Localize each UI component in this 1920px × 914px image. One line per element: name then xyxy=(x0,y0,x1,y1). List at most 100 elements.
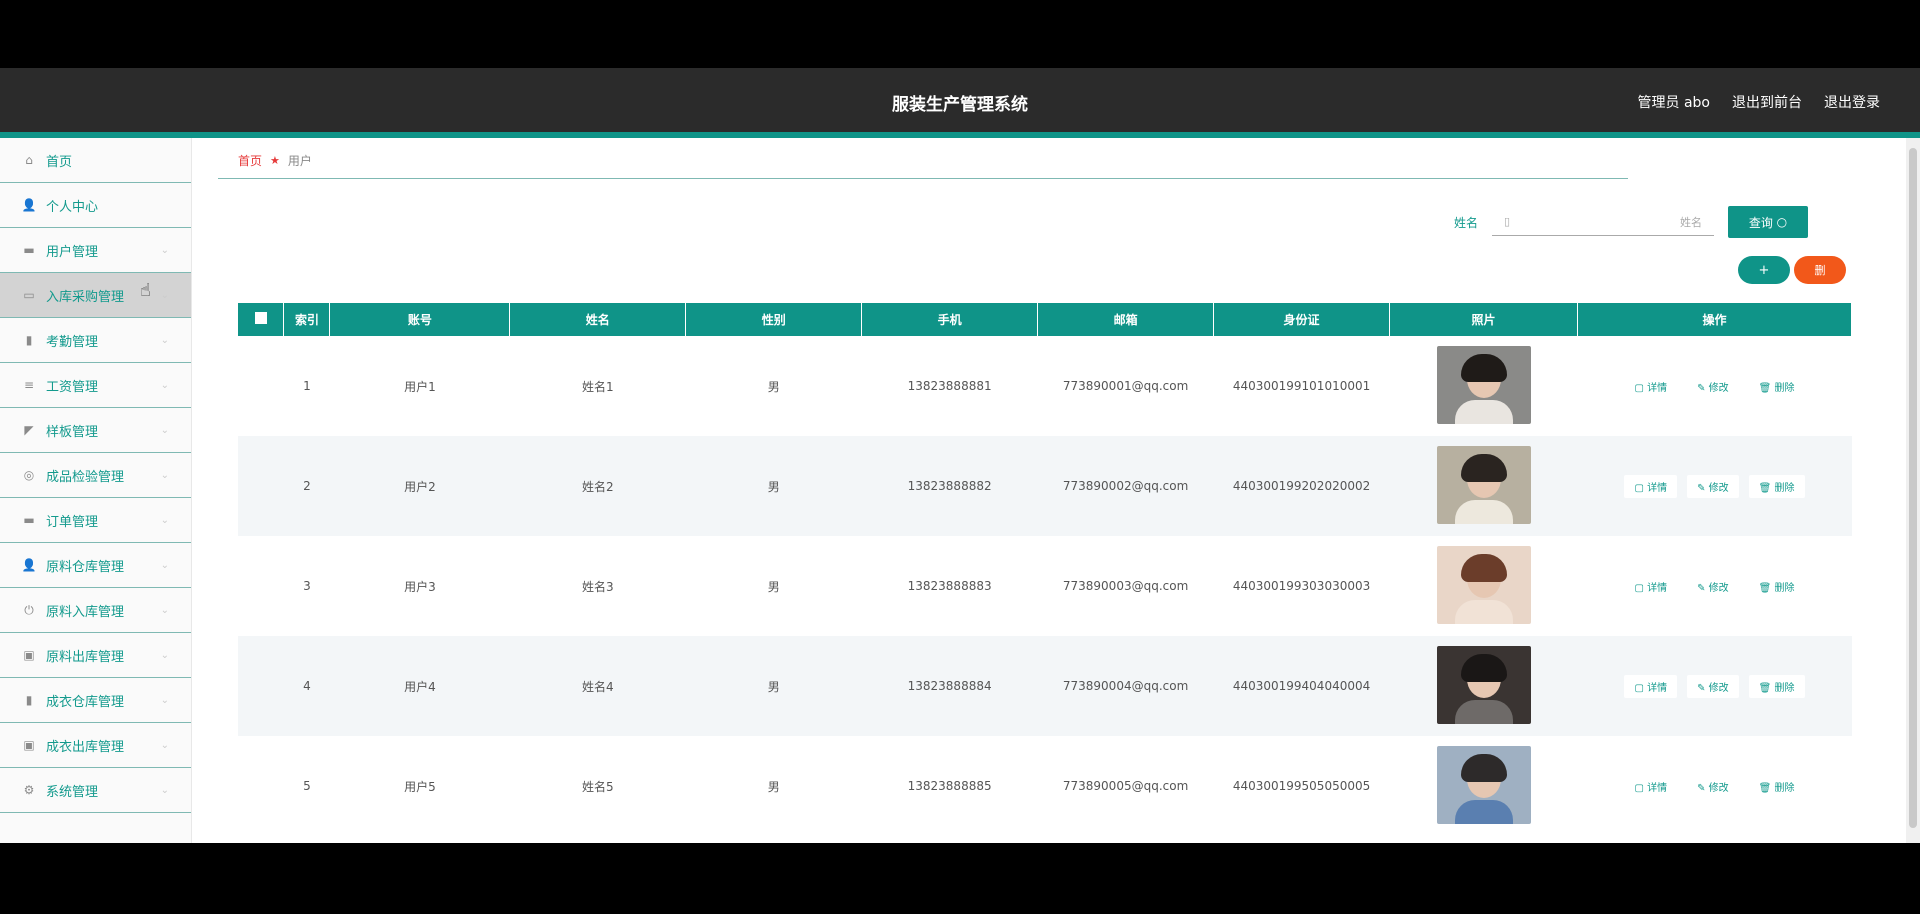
sidebar-item-label: 样板管理 xyxy=(46,424,99,440)
sidebar-item[interactable]: ⏻ 原料入库管理 ⌄ xyxy=(0,588,191,633)
edit-button[interactable]: ✎ 修改 xyxy=(1687,474,1739,498)
sidebar-item[interactable]: ▮ 考勤管理 ⌄ xyxy=(0,318,191,363)
row-checkbox[interactable] xyxy=(255,479,267,491)
name-search-input[interactable]: ▯ 姓名 xyxy=(1492,208,1714,236)
detail-button[interactable]: ▢ 详情 xyxy=(1624,674,1678,698)
row-checkbox-cell[interactable] xyxy=(238,536,284,636)
row-checkbox[interactable] xyxy=(255,779,267,791)
document-icon: ▢ xyxy=(1634,482,1648,494)
row-checkbox-cell[interactable] xyxy=(238,736,284,836)
detail-button[interactable]: ▢ 详情 xyxy=(1624,374,1678,398)
delete-row-button[interactable]: 🗑 删除 xyxy=(1748,574,1805,598)
add-button[interactable]: + xyxy=(1738,256,1790,284)
scrollbar[interactable] xyxy=(1906,138,1920,843)
user-photo xyxy=(1436,745,1531,824)
sidebar-item-label: 订单管理 xyxy=(46,514,99,530)
delete-row-button[interactable]: 🗑 删除 xyxy=(1748,474,1805,498)
sidebar-item[interactable]: ▬ 用户管理 ⌄ xyxy=(0,228,191,273)
detail-button[interactable]: ▢ 详情 xyxy=(1624,474,1678,498)
edit-button-label: 修改 xyxy=(1708,582,1729,594)
delete-row-button-label: 删除 xyxy=(1774,582,1795,594)
phone-cell: 13823888881 xyxy=(907,379,992,393)
table-row: 5 用户5 姓名5 男 13823888885 773890005@qq.com 44030… xyxy=(238,736,1852,836)
row-checkbox[interactable] xyxy=(255,579,267,591)
edit-button[interactable]: ✎ 修改 xyxy=(1687,574,1739,598)
column-header[interactable] xyxy=(238,303,285,336)
column-header: 性别 xyxy=(685,303,863,336)
admin-label: 管理员 abo xyxy=(1637,95,1710,111)
select-all-checkbox[interactable] xyxy=(254,312,267,324)
sidebar-item-label: 成衣仓库管理 xyxy=(46,694,125,710)
id-card-cell: 440300199404040004 xyxy=(1213,636,1390,736)
chevron-down-icon: ⌄ xyxy=(160,784,169,796)
sidebar-item-label: 成衣出库管理 xyxy=(46,739,125,755)
edit-button[interactable]: ✎ 修改 xyxy=(1687,674,1739,698)
sidebar-item[interactable]: ▣ 成衣出库管理 ⌄ xyxy=(0,723,191,768)
exit-to-front-link[interactable]: 退出到前台 xyxy=(1732,92,1802,112)
user-photo xyxy=(1436,645,1531,724)
detail-button-label: 详情 xyxy=(1647,382,1668,394)
document-icon: ▯ xyxy=(1504,215,1511,228)
monitor-icon: ▬ xyxy=(23,513,35,527)
query-button[interactable]: 查询 ○ xyxy=(1728,206,1808,238)
trash-icon: 🗑 xyxy=(1758,582,1775,594)
gender-cell: 男 xyxy=(685,436,862,536)
sidebar-item[interactable]: ◎ 成品检验管理 ⌄ xyxy=(0,453,191,498)
breadcrumb-home[interactable]: 首页 xyxy=(238,152,262,169)
chevron-down-icon: ⌄ xyxy=(160,424,169,436)
id-card-cell: 440300199101010001 xyxy=(1232,379,1371,393)
row-checkbox-cell[interactable] xyxy=(238,436,284,536)
gender-cell: 男 xyxy=(767,379,780,394)
row-checkbox-cell[interactable] xyxy=(238,636,284,736)
edit-button[interactable]: ✎ 修改 xyxy=(1687,374,1739,398)
table-row: 2 用户2 姓名2 男 13823888882 773890002@qq.com 44030… xyxy=(238,436,1852,536)
delete-row-button[interactable]: 🗑 删除 xyxy=(1748,674,1805,698)
delete-row-button[interactable]: 🗑 删除 xyxy=(1748,374,1805,398)
column-header: 手机 xyxy=(861,303,1039,336)
delete-row-button[interactable]: 🗑 删除 xyxy=(1748,774,1805,798)
sidebar-item[interactable]: 👤 个人中心 xyxy=(0,183,191,228)
sidebar-item-label: 原料仓库管理 xyxy=(46,559,125,575)
sidebar-item[interactable]: ◤ 样板管理 ⌄ xyxy=(0,408,191,453)
pencil-icon: ✎ xyxy=(1697,382,1709,394)
sidebar-item-label: 原料出库管理 xyxy=(46,649,125,665)
sidebar-item[interactable]: ▬ 订单管理 ⌄ xyxy=(0,498,191,543)
chevron-down-icon: ⌄ xyxy=(160,514,169,526)
sidebar-item[interactable]: ▭ 入库采购管理 ⌄ xyxy=(0,273,191,318)
chevron-down-icon: ⌄ xyxy=(160,469,169,481)
column-header: 姓名 xyxy=(509,303,687,336)
row-checkbox-cell[interactable] xyxy=(238,336,284,436)
gender-cell: 男 xyxy=(685,636,862,736)
delete-button[interactable]: 删 xyxy=(1794,256,1846,284)
sidebar-item[interactable]: 👤 原料仓库管理 ⌄ xyxy=(0,543,191,588)
sidebar-item[interactable]: ⚙ 系统管理 ⌄ xyxy=(0,768,191,813)
name-cell: 姓名2 xyxy=(509,436,686,536)
monitor-icon: ▬ xyxy=(23,243,35,257)
name-cell: 姓名1 xyxy=(581,379,614,394)
column-header: 索引 xyxy=(283,303,331,336)
megaphone-icon: ◤ xyxy=(24,423,34,437)
row-checkbox[interactable] xyxy=(255,379,267,391)
logout-link[interactable]: 退出登录 xyxy=(1824,92,1880,112)
sidebar-item[interactable]: ⌂ 首页 xyxy=(0,138,191,183)
id-card-cell: 440300199303030003 xyxy=(1232,579,1371,593)
row-checkbox[interactable] xyxy=(255,679,267,691)
detail-button-label: 详情 xyxy=(1647,682,1668,694)
sidebar-item-label: 入库采购管理 xyxy=(46,289,125,305)
chevron-down-icon: ⌄ xyxy=(160,694,169,706)
photo-cell xyxy=(1390,736,1578,836)
edit-button[interactable]: ✎ 修改 xyxy=(1687,774,1739,798)
sidebar-item[interactable]: ▣ 原料出库管理 ⌄ xyxy=(0,633,191,678)
sidebar-item[interactable]: ≡ 工资管理 ⌄ xyxy=(0,363,191,408)
sidebar-item[interactable]: ▮ 成衣仓库管理 ⌄ xyxy=(0,678,191,723)
email-cell: 773890003@qq.com xyxy=(1062,579,1189,593)
index-cell: 2 xyxy=(283,436,330,536)
email-cell: 773890002@qq.com xyxy=(1037,436,1214,536)
delete-row-button-label: 删除 xyxy=(1774,382,1795,394)
index-cell: 1 xyxy=(303,379,311,393)
sidebar-item-label: 系统管理 xyxy=(46,784,99,800)
detail-button[interactable]: ▢ 详情 xyxy=(1624,774,1678,798)
scrollbar-thumb[interactable] xyxy=(1909,148,1917,828)
detail-button[interactable]: ▢ 详情 xyxy=(1624,574,1678,598)
sidebar: ⌂ 首页 👤 个人中心 ▬ 用户管理 ⌄ ▭ 入库采购管理 ⌄ ▮ 考勤管理 ⌄ ≡ 工资管理 ⌄ ◤ 样板管理 ⌄… xyxy=(0,138,192,843)
